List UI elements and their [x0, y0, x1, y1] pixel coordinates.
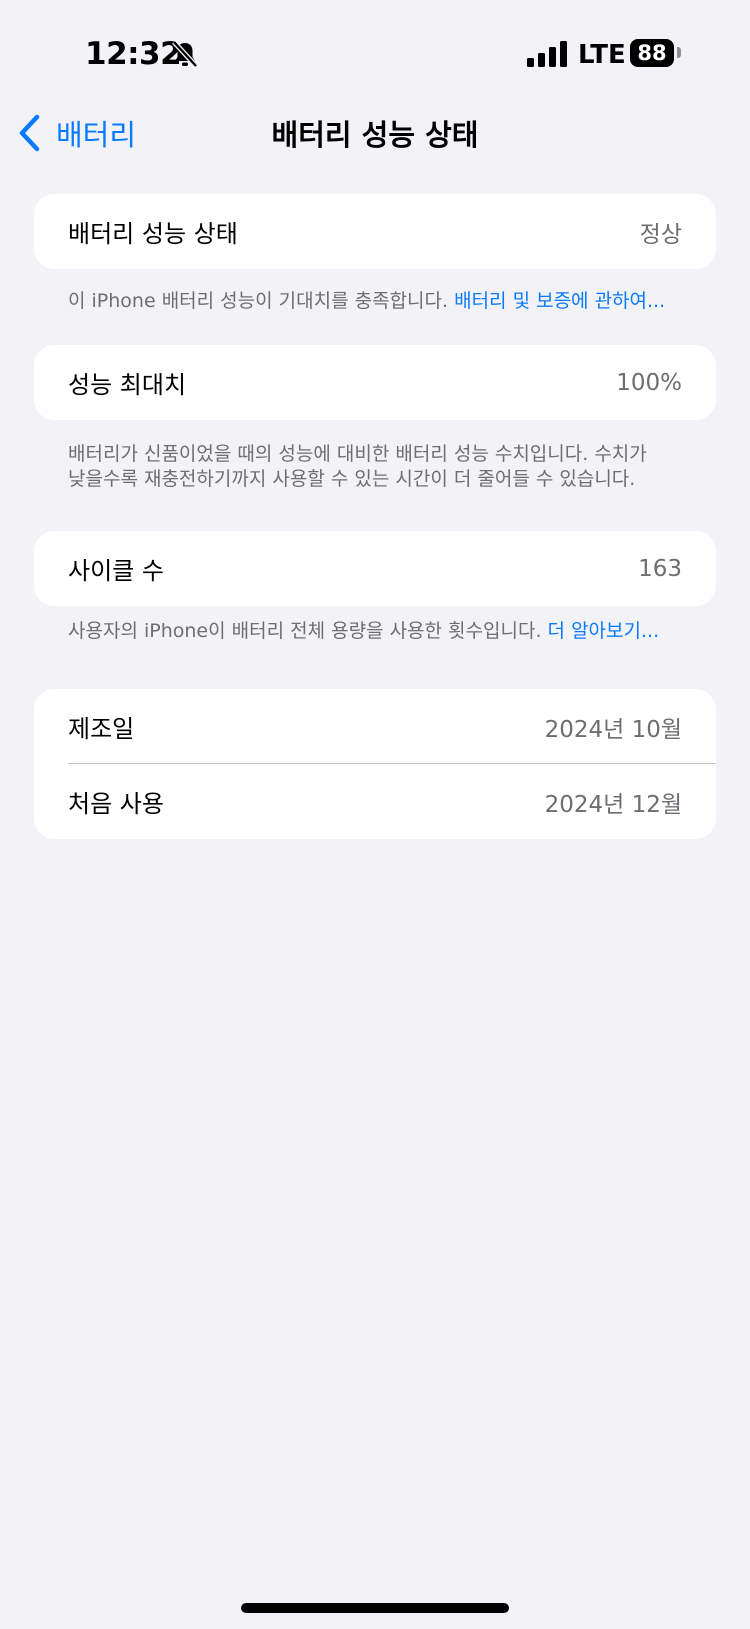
- battery-health-value: 정상: [639, 221, 682, 248]
- first-use-row: 처음 사용 2024년 12월: [34, 764, 716, 839]
- learn-more-link[interactable]: 더 알아보기...: [548, 620, 660, 642]
- max-capacity-footnote: 배터리가 신품이었을 때의 성능에 대비한 배터리 성능 수치입니다. 수치가 …: [68, 442, 688, 492]
- first-use-value: 2024년 12월: [544, 791, 682, 818]
- max-capacity-row: 성능 최대치 100%: [34, 345, 716, 420]
- home-indicator[interactable]: [241, 1603, 509, 1613]
- page-title: 배터리 성능 상태: [271, 118, 479, 152]
- battery-health-group: 배터리 성능 상태 정상: [34, 194, 716, 269]
- status-time: 12:32: [85, 36, 182, 72]
- battery-level: 88: [637, 41, 667, 65]
- status-bar: 12:32 LTE 88: [0, 0, 750, 110]
- cycle-count-value: 163: [638, 555, 682, 582]
- network-type: LTE: [578, 40, 626, 70]
- battery-warranty-link[interactable]: 배터리 및 보증에 관하여...: [454, 290, 665, 312]
- manufacture-date-row: 제조일 2024년 10월: [34, 689, 716, 764]
- max-capacity-label: 성능 최대치: [68, 371, 187, 399]
- max-capacity-value: 100%: [616, 369, 682, 396]
- battery-cap: [677, 47, 681, 58]
- cycle-count-footnote: 사용자의 iPhone이 배터리 전체 용량을 사용한 횟수입니다. 더 알아보…: [68, 619, 688, 644]
- battery-health-label: 배터리 성능 상태: [68, 220, 238, 248]
- battery-icon: 88: [630, 39, 674, 67]
- max-capacity-footnote-line1: 배터리가 신품이었을 때의 성능에 대비한 배터리 성능 수치입니다. 수치가: [68, 443, 647, 465]
- cycle-count-row: 사이클 수 163: [34, 531, 716, 606]
- manufacture-date-value: 2024년 10월: [544, 716, 682, 743]
- battery-health-footnote-text: 이 iPhone 배터리 성능이 기대치를 충족합니다.: [68, 290, 455, 312]
- battery-health-footnote: 이 iPhone 배터리 성능이 기대치를 충족합니다. 배터리 및 보증에 관…: [68, 289, 688, 314]
- cellular-signal-icon: [527, 41, 567, 67]
- cycle-count-group: 사이클 수 163: [34, 531, 716, 606]
- cycle-count-label: 사이클 수: [68, 557, 164, 585]
- battery-health-screen: 12:32 LTE 88 배터리 배터리 성능 상태 배터리 성능 상태 정상: [0, 0, 750, 1629]
- cycle-count-footnote-text: 사용자의 iPhone이 배터리 전체 용량을 사용한 횟수입니다.: [68, 620, 548, 642]
- manufacture-date-label: 제조일: [68, 715, 135, 743]
- bell-slash-icon: [172, 40, 198, 68]
- max-capacity-group: 성능 최대치 100%: [34, 345, 716, 420]
- battery-health-row: 배터리 성능 상태 정상: [34, 194, 716, 269]
- battery-dates-group: 제조일 2024년 10월 처음 사용 2024년 12월: [34, 689, 716, 839]
- max-capacity-footnote-line2: 낮을수록 재충전하기까지 사용할 수 있는 시간이 더 줄어들 수 있습니다.: [68, 468, 636, 490]
- first-use-label: 처음 사용: [68, 790, 164, 818]
